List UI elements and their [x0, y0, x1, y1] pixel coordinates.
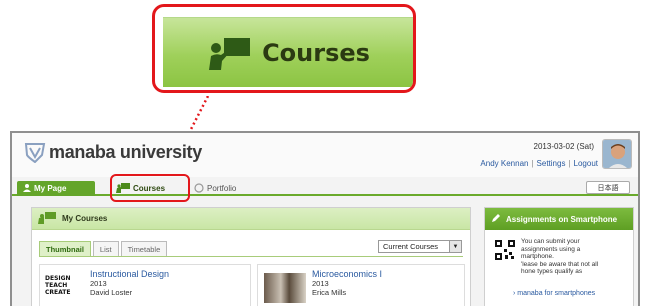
smartphone-link-label: manaba for smartphones — [517, 290, 596, 297]
view-subtabs: Thumbnail List Timetable — [39, 241, 168, 257]
smartphone-link[interactable]: › manaba for smartphones — [513, 290, 595, 297]
tab-portfolio-label: Portfolio — [207, 184, 237, 193]
my-courses-panel: My Courses Thumbnail List Timetable Curr… — [31, 207, 471, 306]
callout-label: Courses — [262, 38, 370, 67]
shield-logo-icon — [24, 143, 46, 163]
language-button[interactable]: 日本語 — [586, 181, 630, 194]
my-courses-title: My Courses — [62, 214, 108, 223]
tab-portfolio[interactable]: Portfolio — [188, 181, 258, 196]
user-name-link[interactable]: Andy Kennan — [480, 159, 528, 168]
app-window: manaba university 2013-03-02 (Sat) Andy … — [10, 131, 640, 306]
course-teacher: David Loster — [90, 288, 133, 297]
logout-link[interactable]: Logout — [574, 159, 598, 168]
courses-callout: Courses — [152, 4, 416, 93]
teacher-board-icon — [209, 37, 251, 70]
courses-tab-highlight — [110, 174, 190, 202]
subtab-thumbnail[interactable]: Thumbnail — [39, 241, 91, 257]
smartphone-description: You can submit your assignments using a … — [521, 238, 599, 275]
course-filter-select[interactable]: Current Courses ▼ — [378, 240, 462, 253]
logo-text: manaba university — [49, 141, 202, 162]
settings-link[interactable]: Settings — [537, 159, 566, 168]
course-filter-value: Current Courses — [383, 242, 439, 251]
course-thumbnail: DESIGN TEACH CREATE — [45, 275, 85, 296]
chevron-right-icon: › — [513, 290, 516, 297]
course-card[interactable]: Microeconomics I 2013 Erica Mills — [257, 264, 465, 306]
user-nav: Andy Kennan | Settings | Logout — [480, 159, 598, 168]
qr-code-icon — [495, 240, 515, 260]
logo[interactable]: manaba university — [24, 141, 202, 163]
tab-my-page[interactable]: My Page — [17, 181, 95, 196]
subtab-divider — [39, 256, 463, 257]
course-card[interactable]: DESIGN TEACH CREATE Instructional Design… — [39, 264, 251, 306]
course-teacher: Erica Mills — [312, 288, 347, 297]
pencil-icon — [491, 213, 501, 225]
subtab-timetable[interactable]: Timetable — [120, 241, 168, 257]
current-date: 2013-03-02 (Sat) — [533, 142, 594, 151]
smartphone-header: Assignments on Smartphone — [485, 208, 633, 230]
course-title[interactable]: Instructional Design — [90, 269, 169, 279]
avatar[interactable] — [602, 139, 632, 169]
my-courses-header: My Courses — [32, 208, 470, 230]
smartphone-title: Assignments on Smartphone — [506, 214, 618, 224]
top-bar: manaba university 2013-03-02 (Sat) Andy … — [12, 133, 638, 177]
course-year: 2013 — [312, 279, 329, 288]
portfolio-icon — [194, 182, 204, 195]
person-icon — [23, 183, 31, 194]
course-year: 2013 — [90, 279, 107, 288]
course-title[interactable]: Microeconomics I — [312, 269, 382, 279]
subtab-list[interactable]: List — [92, 241, 119, 257]
course-thumbnail — [264, 273, 306, 303]
main-tabs: My Page Courses Portfolio 日本語 — [12, 177, 638, 196]
thumbnail-text: DESIGN TEACH CREATE — [45, 275, 71, 296]
dropdown-arrow-icon: ▼ — [449, 241, 461, 252]
smartphone-panel: Assignments on Smartphone You can submit… — [484, 207, 634, 306]
tab-my-page-label: My Page — [34, 184, 67, 193]
teacher-board-icon — [38, 211, 56, 226]
courses-callout-button[interactable]: Courses — [163, 17, 413, 87]
